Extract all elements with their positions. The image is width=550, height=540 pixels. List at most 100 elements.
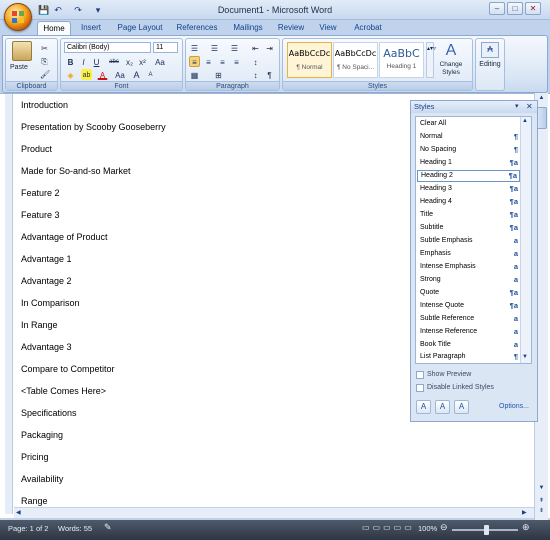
close-button[interactable]: ✕ (525, 2, 541, 15)
style-item[interactable]: No Spacing ¶ (417, 144, 520, 156)
style-item[interactable]: List Paragraph ¶ (417, 351, 520, 363)
horizontal-scrollbar[interactable]: ◀ ▶ (14, 507, 534, 518)
change-case-button[interactable]: Aa (153, 56, 167, 67)
grow-font-button[interactable]: A (131, 69, 142, 80)
show-marks-icon[interactable]: ¶ (264, 69, 275, 80)
pane-options-icon[interactable]: ▾ (515, 101, 519, 113)
style-item[interactable]: Intense Emphasis a (417, 261, 520, 273)
bold-button[interactable]: B (65, 56, 76, 67)
document-line[interactable]: In Comparison (21, 298, 80, 308)
style-item[interactable]: Subtitle ¶a (417, 222, 520, 234)
document-line[interactable]: Advantage of Product (21, 232, 108, 242)
scroll-down-icon[interactable]: ▼ (537, 485, 546, 494)
document-line[interactable]: <Table Comes Here> (21, 386, 106, 396)
font-size-select[interactable]: 11 (153, 42, 178, 53)
style-item[interactable]: Clear All (417, 118, 520, 130)
show-preview-checkbox[interactable] (416, 371, 424, 379)
document-line[interactable]: Pricing (21, 452, 49, 462)
document-line[interactable]: In Range (21, 320, 58, 330)
clear-formatting-icon[interactable]: ◈ (65, 69, 76, 80)
office-button[interactable] (4, 3, 32, 31)
change-styles-icon[interactable]: A (439, 42, 463, 60)
style-item[interactable]: Title ¶a (417, 209, 520, 221)
tab-acrobat[interactable]: Acrobat (350, 21, 386, 35)
increase-indent-icon[interactable]: ⇥ (264, 42, 275, 53)
zoom-slider-thumb[interactable] (484, 525, 489, 535)
style-no-spacing[interactable]: AaBbCcDc ¶ No Spaci... (333, 42, 378, 78)
prev-page-icon[interactable]: ⇞ (537, 497, 546, 506)
proofing-icon[interactable]: ✎ (104, 522, 112, 533)
tab-home[interactable]: Home (37, 21, 71, 35)
justify-icon[interactable]: ≡ (231, 56, 242, 67)
font-color-button[interactable]: A (97, 69, 108, 80)
document-line[interactable]: Availability (21, 474, 63, 484)
style-heading-1[interactable]: AaBbC Heading 1 (379, 42, 424, 78)
tab-review[interactable]: Review (275, 21, 307, 35)
styles-list-scrollbar[interactable]: ▲ ▼ (520, 117, 531, 363)
scroll-up-icon[interactable]: ▲ (537, 95, 546, 104)
document-line[interactable]: Compare to Competitor (21, 364, 115, 374)
shading-icon[interactable]: ▦ (189, 69, 200, 80)
scroll-right-icon[interactable]: ▶ (522, 509, 530, 517)
change-styles-button[interactable]: Change Styles (435, 61, 467, 77)
style-item[interactable]: Intense Quote ¶a (417, 300, 520, 312)
style-item[interactable]: Heading 3 ¶a (417, 183, 520, 195)
style-item[interactable]: Subtle Emphasis a (417, 235, 520, 247)
tab-references[interactable]: References (173, 21, 221, 35)
style-item[interactable]: Heading 1 ¶a (417, 157, 520, 169)
next-page-icon[interactable]: ⇟ (537, 507, 546, 516)
bullets-icon[interactable]: ☰ (189, 42, 200, 53)
paste-icon[interactable] (12, 41, 32, 61)
undo-icon[interactable]: ↶ (52, 4, 64, 16)
manage-styles-icon[interactable]: A (454, 400, 469, 414)
style-normal[interactable]: AaBbCcDc ¶ Normal (287, 42, 332, 78)
cut-icon[interactable]: ✂ (39, 42, 50, 53)
style-inspector-icon[interactable]: A (435, 400, 450, 414)
style-item[interactable]: Subtle Reference a (417, 313, 520, 325)
zoom-in-icon[interactable]: ⊕ (522, 522, 530, 533)
document-line[interactable]: Advantage 2 (21, 276, 72, 286)
copy-icon[interactable]: ⎘ (39, 55, 50, 66)
line-spacing-icon[interactable]: ↕ (250, 56, 261, 67)
find-icon[interactable]: ₳ (481, 42, 499, 58)
paste-button[interactable]: Paste (10, 64, 28, 71)
style-item[interactable]: Intense Reference a (417, 326, 520, 338)
style-item[interactable]: Emphasis a (417, 248, 520, 260)
document-line[interactable]: Advantage 1 (21, 254, 72, 264)
disable-linked-styles-checkbox[interactable] (416, 384, 424, 392)
superscript-button[interactable]: x² (137, 56, 148, 67)
style-item[interactable]: Strong a (417, 274, 520, 286)
tab-view[interactable]: View (315, 21, 341, 35)
scroll-down-icon[interactable]: ▼ (522, 354, 528, 360)
style-item[interactable]: Book Title a (417, 339, 520, 351)
pane-close-icon[interactable]: ✕ (526, 101, 533, 113)
sort-icon[interactable]: ↕ (250, 69, 261, 80)
minimize-button[interactable]: – (489, 2, 505, 15)
maximize-button[interactable]: □ (507, 2, 523, 15)
document-line[interactable]: Advantage 3 (21, 342, 72, 352)
options-link[interactable]: Options... (499, 403, 529, 410)
align-center-icon[interactable]: ≡ (203, 56, 214, 67)
font-name-select[interactable]: Calibri (Body) (64, 42, 151, 53)
editing-button[interactable]: Editing (476, 61, 504, 68)
shrink-font-button[interactable]: A (145, 69, 156, 80)
redo-icon[interactable]: ↷ (72, 4, 84, 16)
style-item[interactable]: Heading 4 ¶a (417, 196, 520, 208)
scroll-left-icon[interactable]: ◀ (16, 509, 24, 517)
document-line[interactable]: Range (21, 496, 48, 506)
text-effects-button[interactable]: Aa (113, 69, 127, 80)
style-gallery-scroll[interactable]: ▴▾▿ (426, 42, 436, 78)
multilevel-list-icon[interactable]: ☰ (229, 42, 240, 53)
document-line[interactable]: Specifications (21, 408, 77, 418)
word-count[interactable]: Words: 55 (58, 524, 92, 533)
document-line[interactable]: Feature 2 (21, 188, 60, 198)
document-line[interactable]: Feature 3 (21, 210, 60, 220)
align-right-icon[interactable]: ≡ (217, 56, 228, 67)
decrease-indent-icon[interactable]: ⇤ (250, 42, 261, 53)
document-line[interactable]: Introduction (21, 100, 68, 110)
zoom-out-icon[interactable]: ⊖ (440, 522, 448, 533)
strikethrough-button[interactable]: abc (106, 56, 122, 67)
style-item-selected[interactable]: Heading 2 ¶a (417, 170, 520, 182)
view-buttons-icon[interactable]: ▭▭▭▭▭ (362, 523, 415, 532)
new-style-icon[interactable]: A (416, 400, 431, 414)
